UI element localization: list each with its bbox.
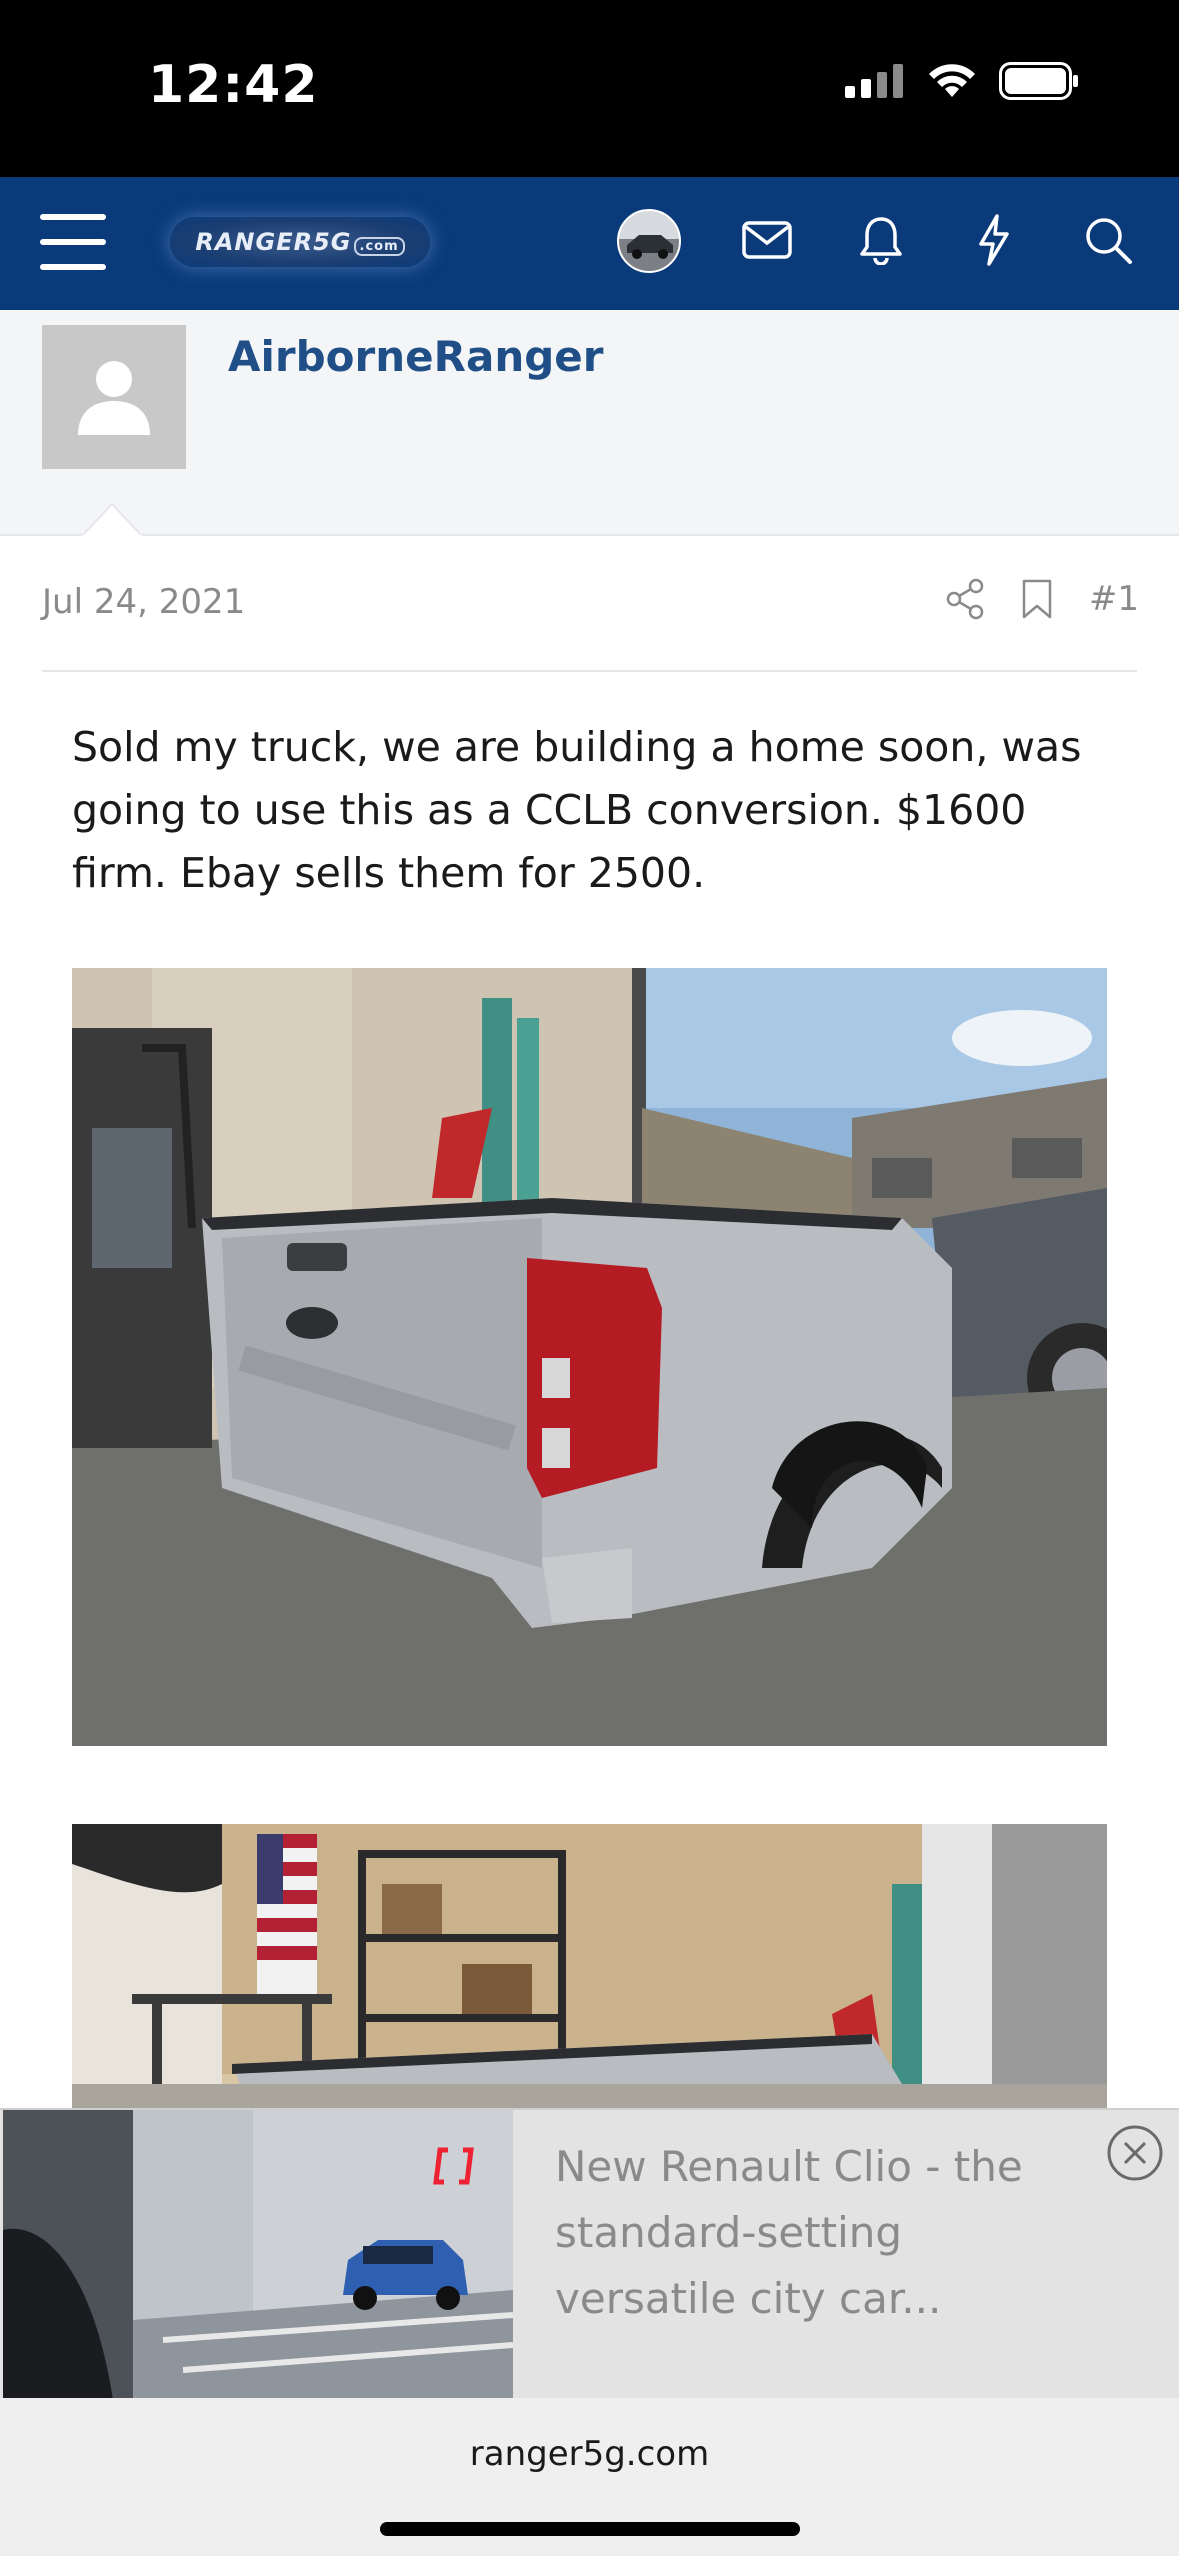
default-user-icon: [78, 361, 150, 435]
lightning-icon[interactable]: [966, 212, 1022, 268]
header-avatar[interactable]: [617, 209, 681, 273]
browser-url[interactable]: ranger5g.com: [0, 2434, 1179, 2474]
ad-text-line: New Renault Clio - the: [555, 2142, 1023, 2191]
post-actions: #1: [945, 578, 1139, 620]
user-avatar[interactable]: [42, 325, 186, 469]
home-indicator[interactable]: [380, 2522, 800, 2536]
menu-icon[interactable]: [40, 214, 106, 270]
ad-banner[interactable]: New Renault Clio - the standard-setting …: [0, 2108, 1179, 2400]
username[interactable]: AirborneRanger: [228, 332, 603, 381]
logo-suffix: .com: [353, 237, 405, 256]
status-icons: [845, 62, 1079, 100]
logo-text: RANGER5G: [195, 228, 352, 256]
share-icon[interactable]: [945, 578, 985, 620]
cellular-signal-icon: [845, 64, 903, 98]
post-body-line: firm. Ebay sells them for 2500.: [72, 849, 706, 897]
close-icon[interactable]: [1106, 2124, 1164, 2182]
wifi-icon: [929, 64, 975, 97]
post-body-line: going to use this as a CCLB conversion. …: [72, 786, 1027, 834]
post-image-truck-bed[interactable]: [72, 968, 1107, 1746]
mail-icon[interactable]: [739, 212, 795, 268]
post-number[interactable]: #1: [1089, 579, 1139, 619]
status-bar: 12:42: [0, 0, 1179, 177]
browser-bottom-bar: ranger5g.com: [0, 2398, 1179, 2556]
post-body-line: Sold my truck, we are building a home so…: [72, 723, 1082, 771]
post-body: Sold my truck, we are building a home so…: [72, 716, 1112, 905]
user-bar-pointer: [82, 502, 142, 538]
battery-icon: [999, 62, 1078, 100]
ad-text[interactable]: New Renault Clio - the standard-setting …: [555, 2134, 1095, 2332]
ad-image[interactable]: [3, 2110, 513, 2400]
ad-text-line: versatile city car...: [555, 2274, 942, 2323]
site-logo[interactable]: RANGER5G .com: [170, 217, 430, 267]
bell-icon[interactable]: [853, 212, 909, 268]
meta-divider: [42, 670, 1137, 672]
bookmark-icon[interactable]: [1021, 578, 1053, 620]
post-date[interactable]: Jul 24, 2021: [42, 582, 245, 622]
search-icon[interactable]: [1080, 212, 1136, 268]
ad-text-line: standard-setting: [555, 2208, 903, 2257]
post-user-bar: AirborneRanger: [0, 310, 1179, 536]
status-time: 12:42: [148, 55, 319, 115]
